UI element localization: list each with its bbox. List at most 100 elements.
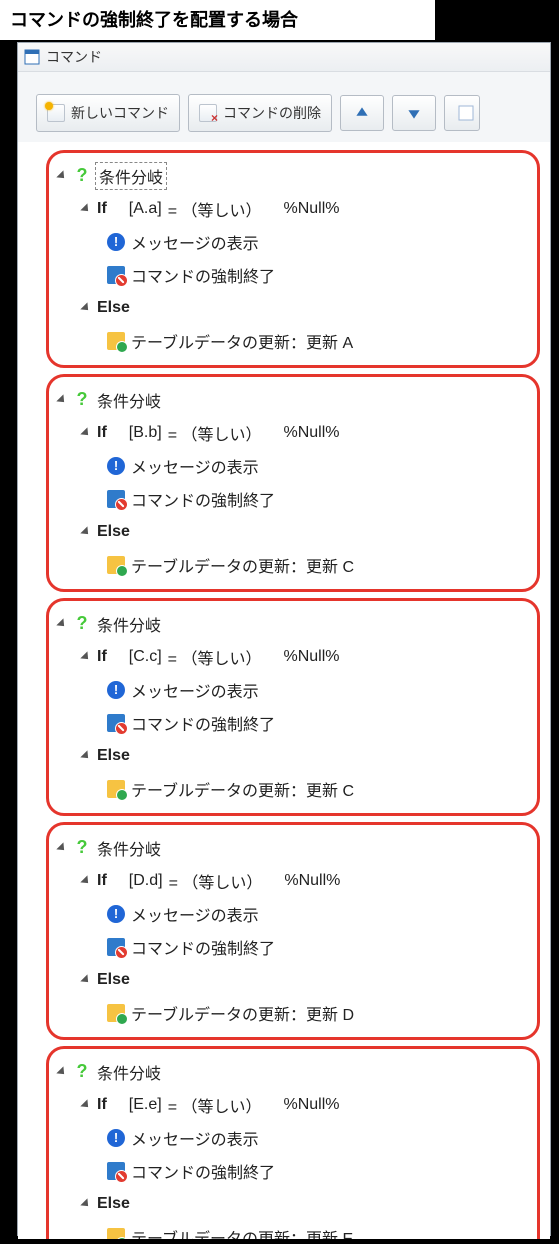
toolbar-overflow-icon	[457, 104, 475, 122]
branch-node[interactable]: ?条件分岐	[59, 831, 527, 864]
if-field: [C.c]	[129, 648, 162, 666]
question-icon: ?	[73, 839, 91, 857]
update-node[interactable]: テーブルデータの更新：更新 C	[59, 548, 527, 581]
expander-icon	[56, 1066, 67, 1077]
update-label: テーブルデータの更新：更新 C	[131, 553, 354, 577]
update-node[interactable]: テーブルデータの更新：更新 C	[59, 772, 527, 805]
info-icon: !	[107, 681, 125, 699]
if-keyword: If	[97, 424, 107, 442]
toolbar-area: 新しいコマンド コマンドの削除	[18, 72, 550, 142]
expander-icon	[80, 427, 91, 438]
update-label: テーブルデータの更新：更新 A	[131, 329, 353, 353]
else-node[interactable]: Else	[59, 739, 527, 772]
arrow-down-icon	[405, 104, 423, 122]
force-stop-node[interactable]: コマンドの強制終了	[59, 482, 527, 515]
expander-icon	[80, 651, 91, 662]
branch-node[interactable]: ? 条件分岐	[59, 383, 527, 416]
force-stop-node[interactable]: コマンドの強制終了	[59, 706, 527, 739]
branch-group: ? 条件分岐 If[A.a] = （等しい）%Null%!メッセージの表示コマンドの…	[46, 150, 540, 368]
force-stop-label: コマンドの強制終了	[131, 711, 275, 735]
update-node[interactable]: テーブルデータの更新：更新 E	[59, 1220, 527, 1239]
else-node[interactable]: Else	[59, 515, 527, 548]
if-node[interactable]: If[A.a] = （等しい）%Null%	[59, 192, 527, 225]
branch-node[interactable]: ?条件分岐	[59, 1055, 527, 1088]
expander-icon	[56, 170, 67, 181]
expander-icon	[56, 394, 67, 405]
message-node[interactable]: !メッセージの表示	[59, 225, 527, 258]
window-titlebar: コマンド	[18, 43, 550, 72]
table-update-icon	[107, 1228, 125, 1240]
branch-node[interactable]: ? 条件分岐	[59, 159, 527, 192]
message-node[interactable]: !メッセージの表示	[59, 897, 527, 930]
if-field: [E.e]	[129, 1096, 162, 1114]
if-field: [D.d]	[129, 872, 163, 890]
message-label: メッセージの表示	[131, 1126, 259, 1150]
message-label: メッセージの表示	[131, 678, 259, 702]
if-node[interactable]: If[E.e] = （等しい）%Null%	[59, 1088, 527, 1121]
else-node[interactable]: Else	[59, 963, 527, 996]
question-icon: ?	[73, 391, 91, 409]
branch-node[interactable]: ? 条件分岐	[59, 607, 527, 640]
move-up-button[interactable]	[340, 95, 384, 131]
stop-icon	[107, 266, 125, 284]
page-caption: コマンドの強制終了を配置する場合	[0, 0, 435, 40]
message-node[interactable]: !メッセージの表示	[59, 1121, 527, 1154]
table-update-icon	[107, 332, 125, 350]
table-update-icon	[107, 556, 125, 574]
question-icon: ?	[73, 167, 91, 185]
command-window: コマンド 新しいコマンド コマンドの削除	[17, 42, 551, 1236]
else-node[interactable]: Else	[59, 291, 527, 324]
delete-command-label: コマンドの削除	[223, 103, 321, 123]
if-node[interactable]: If[B.b] = （等しい）%Null%	[59, 416, 527, 449]
delete-command-button[interactable]: コマンドの削除	[188, 94, 332, 132]
force-stop-node[interactable]: コマンドの強制終了	[59, 930, 527, 963]
force-stop-node[interactable]: コマンドの強制終了	[59, 258, 527, 291]
force-stop-label: コマンドの強制終了	[131, 1159, 275, 1183]
branch-group: ? 条件分岐 If[B.b] = （等しい）%Null%!メッセージの表示コマンドの…	[46, 374, 540, 592]
message-node[interactable]: !メッセージの表示	[59, 449, 527, 482]
expander-icon	[80, 750, 91, 761]
toolbar-overflow-button[interactable]	[444, 95, 480, 131]
expander-icon	[56, 618, 67, 629]
else-node[interactable]: Else	[59, 1187, 527, 1220]
expander-icon	[80, 974, 91, 985]
command-tree[interactable]: ? 条件分岐 If[A.a] = （等しい）%Null%! メッセージの表示コマンドの…	[18, 142, 550, 1239]
force-stop-label: コマンドの強制終了	[131, 263, 275, 287]
force-stop-label: コマンドの強制終了	[131, 487, 275, 511]
if-operator: = （等しい）	[168, 197, 262, 221]
update-label: テーブルデータの更新：更新 E	[131, 1225, 353, 1240]
if-node[interactable]: If[C.c] = （等しい）%Null%	[59, 640, 527, 673]
delete-command-icon	[199, 104, 217, 122]
message-label: メッセージの表示	[131, 230, 259, 254]
caption-text: コマンドの強制終了を配置する場合	[10, 10, 298, 30]
else-keyword: Else	[97, 299, 130, 317]
branch-label: 条件分岐	[97, 388, 161, 412]
expander-icon	[80, 526, 91, 537]
question-icon: ?	[73, 615, 91, 633]
app-icon	[24, 49, 40, 65]
update-node[interactable]: テーブルデータの更新：更新 A	[59, 324, 527, 357]
stop-icon	[107, 714, 125, 732]
if-value: %Null%	[283, 648, 339, 666]
move-down-button[interactable]	[392, 95, 436, 131]
update-node[interactable]: テーブルデータの更新：更新 D	[59, 996, 527, 1029]
branch-group: ?条件分岐If[C.c] = （等しい）%Null%!メッセージの表示コマンドの…	[46, 598, 540, 816]
else-keyword: Else	[97, 523, 130, 541]
force-stop-node[interactable]: コマンドの強制終了	[59, 1154, 527, 1187]
expander-icon	[56, 842, 67, 853]
if-operator: = （等しい）	[168, 1093, 262, 1117]
branch-label: 条件分岐	[97, 612, 161, 636]
force-stop-label: コマンドの強制終了	[131, 935, 275, 959]
else-keyword: Else	[97, 971, 130, 989]
new-command-icon	[47, 104, 65, 122]
update-label: テーブルデータの更新：更新 D	[131, 1001, 354, 1025]
if-node[interactable]: If[D.d] = （等しい）%Null%	[59, 864, 527, 897]
if-value: %Null%	[283, 424, 339, 442]
new-command-button[interactable]: 新しいコマンド	[36, 94, 180, 132]
message-node[interactable]: ! メッセージの表示	[59, 673, 527, 706]
if-operator: = （等しい）	[168, 645, 262, 669]
expander-icon	[80, 302, 91, 313]
branch-group: ?条件分岐If[D.d] = （等しい）%Null%!メッセージの表示コマンドの…	[46, 822, 540, 1040]
if-value: %Null%	[284, 872, 340, 890]
branch-label: 条件分岐	[97, 164, 165, 188]
